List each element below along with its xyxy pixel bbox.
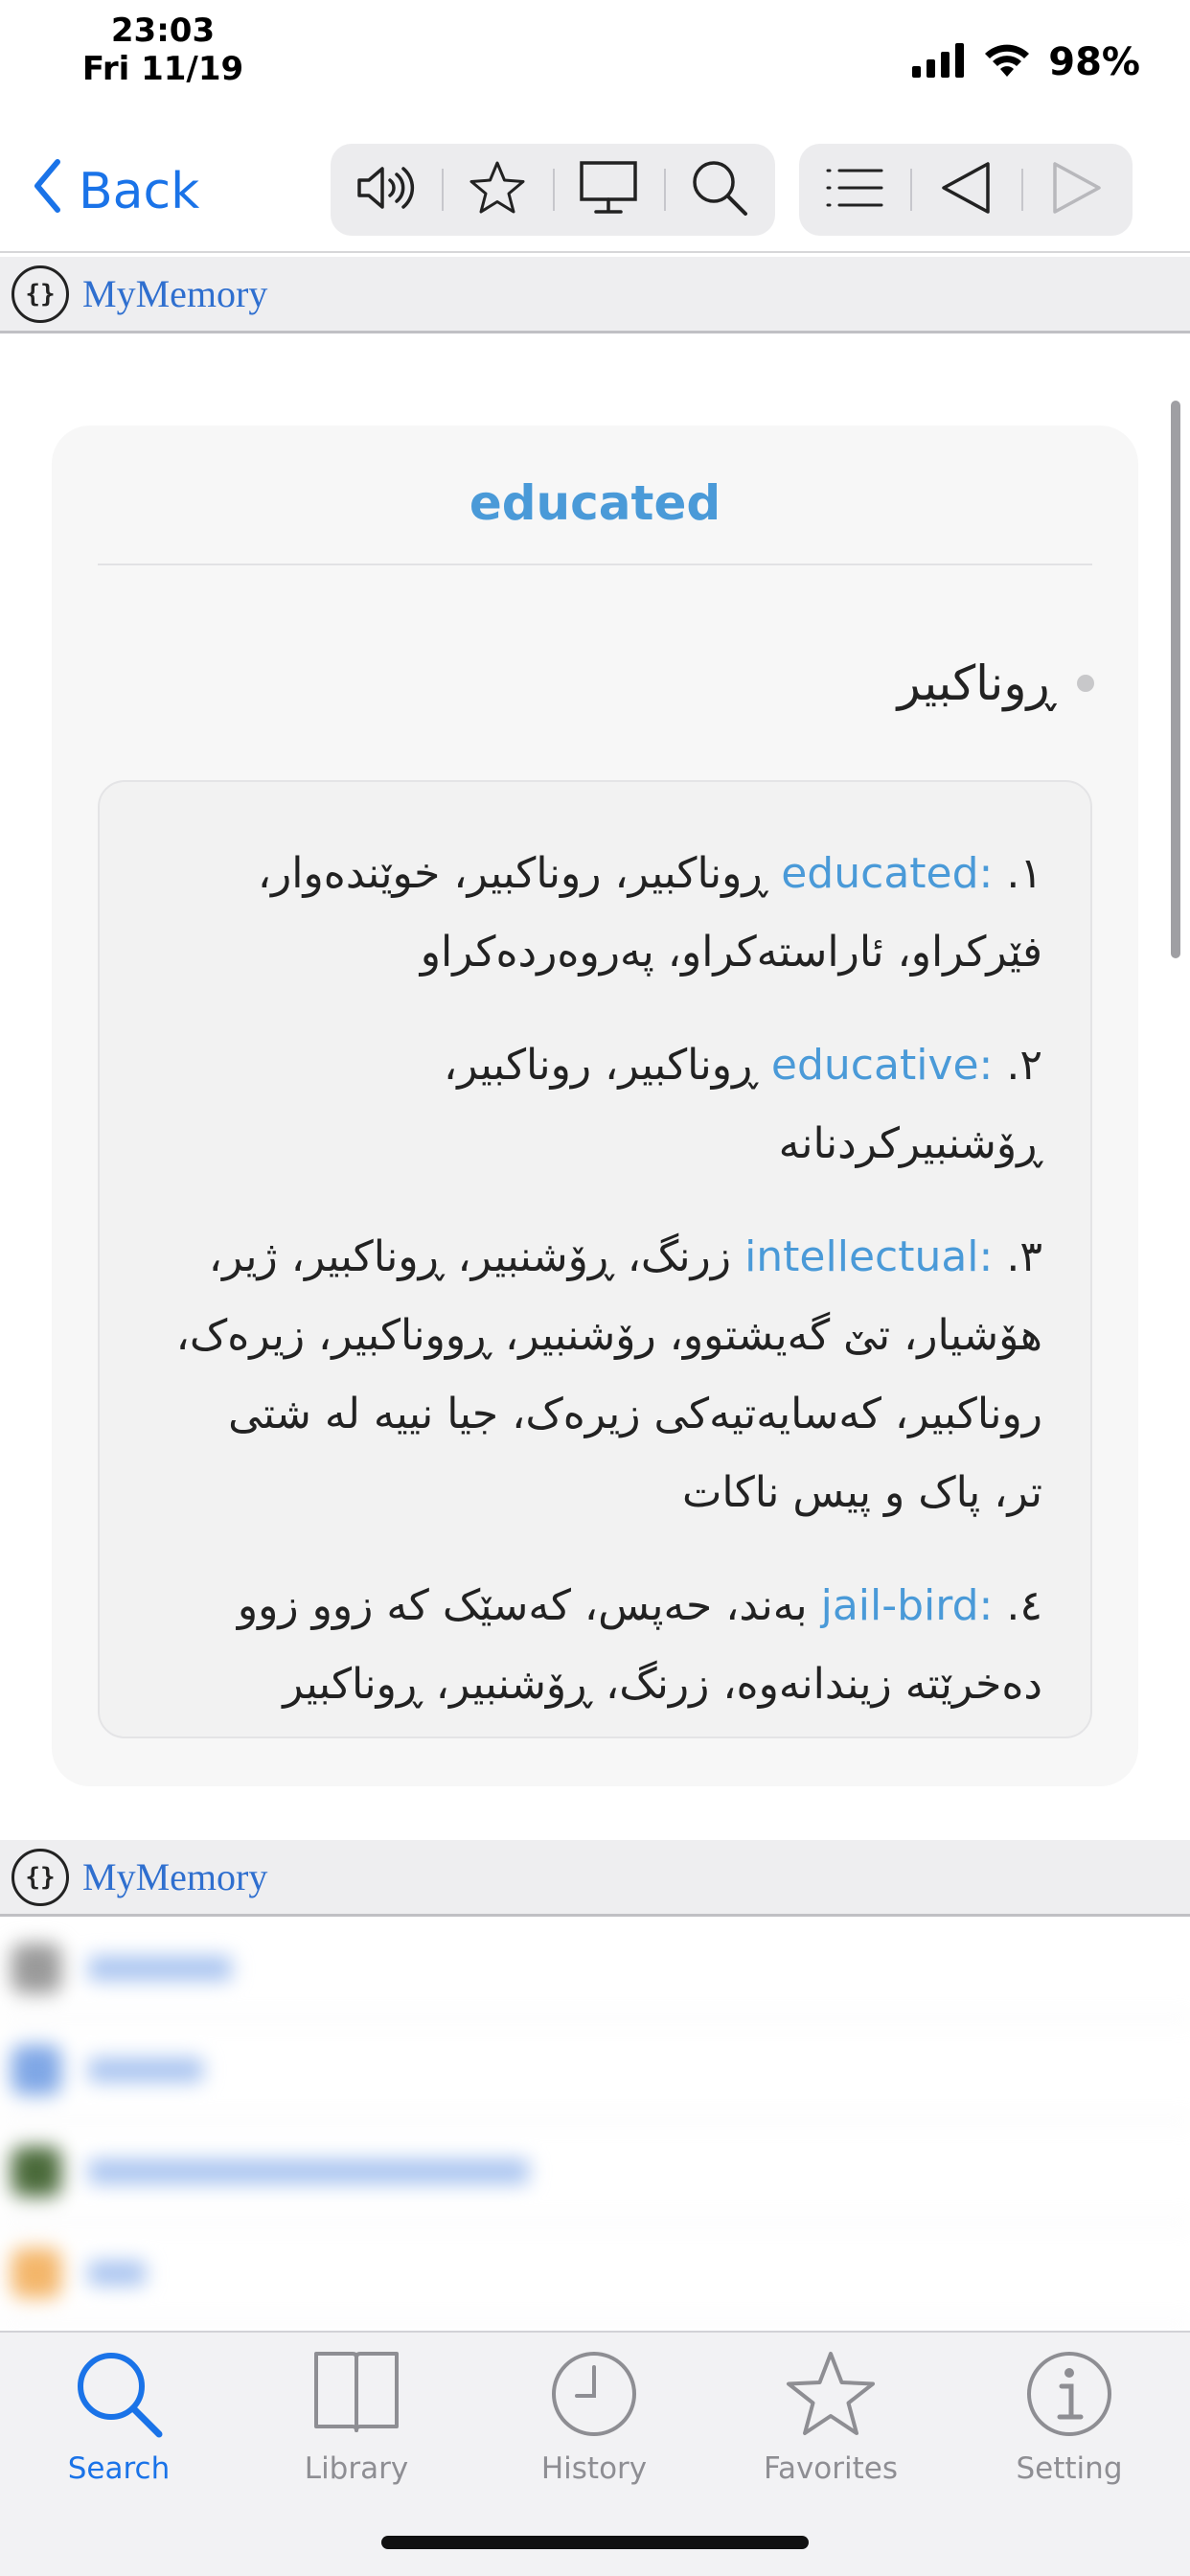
monitor-icon — [579, 160, 638, 219]
vertical-scrollbar[interactable] — [1171, 401, 1180, 958]
definition-number: ١. — [1006, 849, 1042, 898]
definition-item: ٤. jail-bird: بەند، حەپس، کەسێک کە زوو ز… — [172, 1567, 1042, 1724]
source-name: MyMemory — [82, 272, 268, 315]
clock-icon — [548, 2348, 640, 2444]
status-indicators: 98% — [912, 38, 1140, 86]
list-item — [0, 1919, 1190, 2020]
search-in-page-button[interactable] — [664, 144, 775, 236]
favorite-button[interactable] — [442, 144, 553, 236]
present-button[interactable] — [553, 144, 664, 236]
definition-item: ١. educated: ڕوناکبیر، روناکبیر، خوێندەو… — [172, 835, 1042, 992]
speaker-icon — [355, 163, 417, 217]
battery-percentage: 98% — [1048, 40, 1140, 84]
status-time: 23:03 — [110, 12, 216, 50]
previous-button[interactable] — [910, 144, 1021, 236]
chevron-left-icon — [33, 158, 61, 226]
entry-card: educated ڕوناکبیر ١. educated: ڕوناکبیر،… — [52, 426, 1138, 1786]
definition-word[interactable]: intellectual: — [744, 1232, 993, 1281]
source-header[interactable]: {} MyMemory — [0, 257, 1190, 334]
tab-favorites[interactable]: Favorites — [735, 2348, 927, 2492]
book-icon — [310, 2348, 402, 2444]
tab-history[interactable]: History — [498, 2348, 690, 2492]
list-item — [0, 2020, 1190, 2122]
source-header-2[interactable]: {} MyMemory — [0, 1840, 1190, 1917]
nav-bar: Back — [0, 134, 1190, 253]
tab-label: Setting — [1016, 2451, 1123, 2486]
definition-word[interactable]: jail-bird: — [821, 1581, 994, 1630]
definition-word[interactable]: educative: — [771, 1041, 993, 1090]
definition-item: ٣. intellectual: زرنگ، ڕۆشنبیر، ڕوناکبیر… — [172, 1218, 1042, 1532]
status-bar: 23:03 Fri 11/19 98% — [0, 0, 1190, 115]
status-date: Fri 11/19 — [81, 50, 244, 88]
search-icon — [71, 2348, 167, 2444]
tab-label: Favorites — [763, 2451, 899, 2486]
list-button[interactable] — [799, 144, 910, 236]
speak-button[interactable] — [331, 144, 442, 236]
divider — [98, 564, 1092, 565]
home-indicator[interactable] — [381, 2536, 809, 2549]
tab-library[interactable]: Library — [261, 2348, 452, 2492]
tab-label: Search — [67, 2451, 171, 2486]
source-name: MyMemory — [82, 1855, 268, 1898]
search-icon — [690, 158, 749, 221]
entry-title: educated — [469, 475, 721, 531]
prev-icon — [940, 160, 992, 219]
definition-number: ٢. — [1006, 1041, 1042, 1090]
main-term: ڕوناکبیر — [897, 656, 1056, 711]
definition-number: ٤. — [1006, 1581, 1042, 1630]
source-logo-icon: {} — [11, 264, 69, 323]
toolbar-navigation — [799, 144, 1133, 236]
entry-content: educated ڕوناکبیر ١. educated: ڕوناکبیر،… — [0, 334, 1190, 1838]
blurred-results — [0, 1919, 1190, 2331]
source-logo-icon: {} — [11, 1848, 69, 1906]
next-button[interactable] — [1021, 144, 1133, 236]
definition-number: ٣. — [1006, 1232, 1042, 1281]
main-translation: ڕوناکبیر — [898, 656, 1094, 711]
tab-setting[interactable]: Setting — [973, 2348, 1165, 2492]
definition-item: ٢. educative: ڕوناکبیر، روناکبیر، ڕۆشنبی… — [172, 1026, 1042, 1184]
back-label: Back — [79, 163, 200, 220]
definition-word[interactable]: educated: — [781, 849, 993, 898]
tab-label: Library — [304, 2451, 409, 2486]
star-icon — [469, 160, 526, 219]
next-icon — [1051, 160, 1103, 219]
signal-icon — [912, 43, 966, 81]
bullet-icon — [1077, 675, 1094, 692]
back-button[interactable]: Back — [33, 155, 199, 228]
star-icon — [785, 2348, 877, 2444]
tab-search[interactable]: Search — [23, 2348, 215, 2492]
tab-label: History — [540, 2451, 648, 2486]
info-icon — [1023, 2348, 1115, 2444]
definitions-list: ١. educated: ڕوناکبیر، روناکبیر، خوێندەو… — [172, 835, 1042, 1759]
list-icon — [824, 165, 885, 215]
wifi-icon — [983, 42, 1031, 82]
toolbar-actions — [331, 144, 775, 236]
list-item — [0, 2122, 1190, 2223]
list-item — [0, 2223, 1190, 2325]
definitions-box: ١. educated: ڕوناکبیر، روناکبیر، خوێندەو… — [98, 780, 1092, 1738]
